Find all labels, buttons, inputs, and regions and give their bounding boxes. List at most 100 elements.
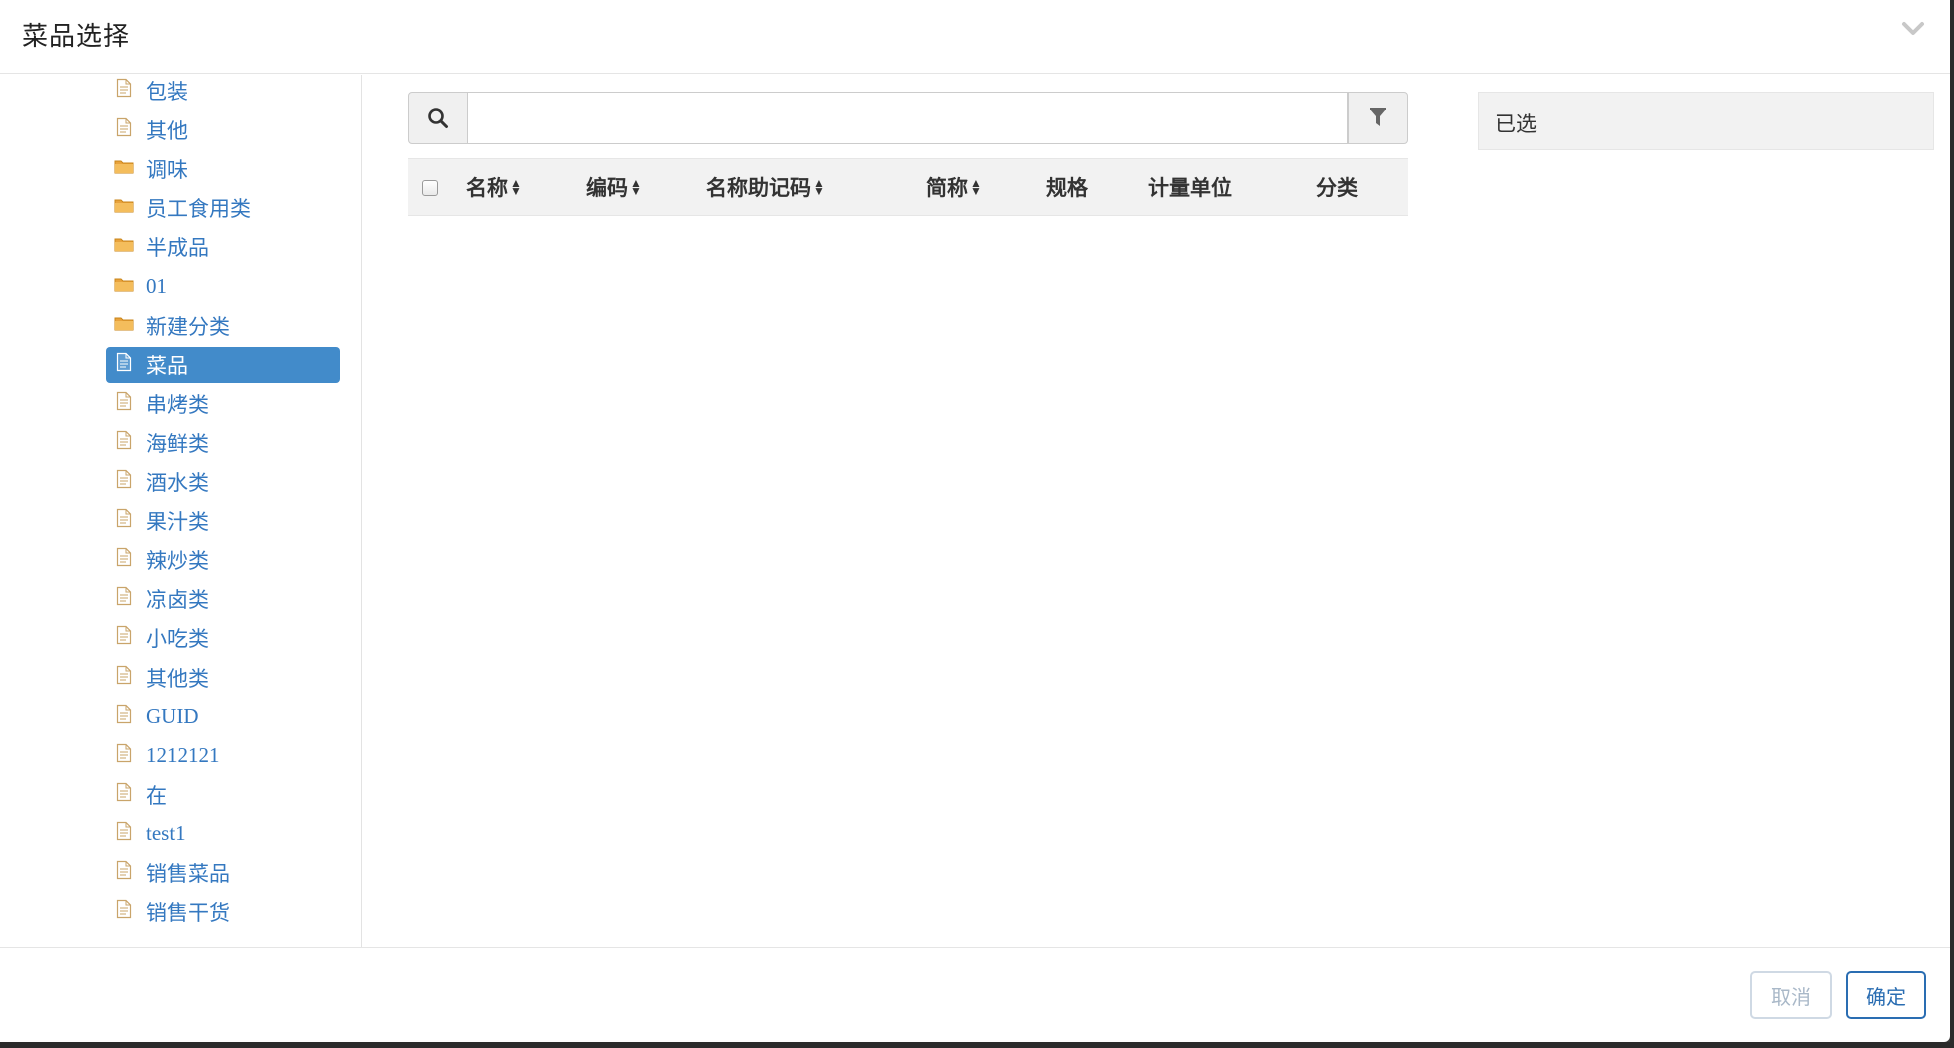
tree-item[interactable]: 在 bbox=[106, 777, 340, 813]
tree-item[interactable]: 01 bbox=[106, 269, 340, 305]
ok-button[interactable]: 确定 bbox=[1846, 971, 1926, 1019]
document-icon bbox=[114, 547, 134, 567]
tree-item[interactable]: 包装 bbox=[106, 75, 340, 109]
sort-icon: ▲ ▼ bbox=[510, 176, 522, 198]
modal-footer: 取消 确定 bbox=[0, 947, 1950, 1042]
search-button[interactable] bbox=[408, 92, 468, 144]
tree-item-label: 辣炒类 bbox=[146, 549, 209, 574]
folder-icon bbox=[114, 156, 134, 176]
dish-selection-modal: 菜品选择 包装其他调味员工食用类半成品 01 新建分类菜品串烤类海鲜类酒水类果汁类辣… bbox=[0, 0, 1950, 1042]
tree-item-label: 菜品 bbox=[146, 353, 188, 378]
sort-icon: ▲ ▼ bbox=[630, 176, 642, 198]
selected-panel-title: 已选 bbox=[1495, 112, 1537, 136]
collapse-button[interactable] bbox=[1898, 14, 1928, 44]
tree-item[interactable]: 凉卤类 bbox=[106, 581, 340, 617]
modal-backdrop bbox=[0, 1042, 1954, 1048]
sort-icon: ▲ ▼ bbox=[813, 176, 825, 198]
tree-item-label: 海鲜类 bbox=[146, 431, 209, 456]
column-header-label: 名称 bbox=[466, 176, 508, 200]
modal-header: 菜品选择 bbox=[0, 0, 1950, 74]
folder-icon bbox=[114, 195, 134, 215]
sort-icon: ▲ ▼ bbox=[970, 176, 982, 198]
document-icon bbox=[114, 508, 134, 528]
column-header-label: 规格 bbox=[1046, 176, 1088, 200]
category-tree: 包装其他调味员工食用类半成品 01 新建分类菜品串烤类海鲜类酒水类果汁类辣炒类凉卤类… bbox=[0, 75, 362, 947]
search-icon bbox=[428, 108, 448, 128]
column-header-spec: 规格 bbox=[1046, 159, 1088, 215]
tree-item-label: 01 bbox=[146, 274, 167, 298]
tree-item[interactable]: test1 bbox=[106, 816, 340, 852]
tree-item-label: 果汁类 bbox=[146, 510, 209, 535]
document-icon bbox=[114, 899, 134, 919]
column-header-name[interactable]: 名称 ▲ ▼ bbox=[466, 159, 522, 215]
document-icon bbox=[114, 391, 134, 411]
document-icon bbox=[114, 704, 134, 724]
folder-icon bbox=[114, 234, 134, 254]
tree-item[interactable]: 其他 bbox=[106, 112, 340, 148]
tree-item[interactable]: 海鲜类 bbox=[106, 425, 340, 461]
tree-item-label: 包装 bbox=[146, 80, 188, 104]
tree-item[interactable]: 半成品 bbox=[106, 229, 340, 265]
document-icon bbox=[114, 78, 134, 98]
tree-item-label: 半成品 bbox=[146, 236, 209, 261]
tree-item[interactable]: GUID bbox=[106, 699, 340, 735]
column-header-label: 编码 bbox=[586, 176, 628, 200]
tree-item-label: test1 bbox=[146, 821, 186, 846]
select-all-checkbox[interactable] bbox=[422, 180, 438, 196]
tree-item-label: 新建分类 bbox=[146, 314, 230, 339]
column-header-short-name[interactable]: 简称 ▲ ▼ bbox=[926, 159, 982, 215]
column-header-label: 名称助记码 bbox=[706, 176, 811, 200]
tree-item-label: 其他类 bbox=[146, 666, 209, 691]
document-icon bbox=[114, 743, 134, 763]
tree-item[interactable]: 员工食用类 bbox=[106, 190, 340, 226]
tree-item-label: 小吃类 bbox=[146, 627, 209, 652]
document-icon bbox=[114, 586, 134, 606]
filter-button[interactable] bbox=[1348, 92, 1408, 144]
modal-title: 菜品选择 bbox=[22, 22, 131, 52]
tree-item[interactable]: 辣炒类 bbox=[106, 542, 340, 578]
tree-item-label: 凉卤类 bbox=[146, 588, 209, 613]
tree-item-label: 调味 bbox=[146, 158, 188, 183]
tree-item-label: 销售干货 bbox=[146, 901, 230, 926]
tree-item[interactable]: 调味 bbox=[106, 151, 340, 187]
folder-icon bbox=[114, 274, 134, 294]
tree-item-label: 串烤类 bbox=[146, 392, 209, 417]
column-header-label: 简称 bbox=[926, 176, 968, 200]
tree-item[interactable]: 果汁类 bbox=[106, 503, 340, 539]
tree-item[interactable]: 其他类 bbox=[106, 660, 340, 696]
tree-item-label: GUID bbox=[146, 704, 199, 729]
column-header-label: 计量单位 bbox=[1148, 176, 1232, 200]
tree-item-label: 员工食用类 bbox=[146, 197, 251, 222]
document-icon bbox=[114, 352, 134, 372]
tree-item-label: 酒水类 bbox=[146, 471, 209, 495]
table-header: 名称 ▲▼ 编码 ▲▼ 名称助记码 ▲▼ 简称 ▲▼ 规格 计量单位 分 bbox=[408, 158, 1408, 216]
tree-item[interactable]: 新建分类 bbox=[106, 308, 340, 344]
tree-item-label: 在 bbox=[146, 783, 167, 808]
folder-icon bbox=[114, 313, 134, 333]
document-icon bbox=[114, 625, 134, 645]
filter-icon bbox=[1370, 108, 1386, 126]
document-icon bbox=[114, 469, 134, 489]
document-icon bbox=[114, 821, 134, 841]
document-icon bbox=[114, 117, 134, 137]
tree-item[interactable]: 酒水类 bbox=[106, 464, 340, 500]
column-header-code[interactable]: 编码 ▲ ▼ bbox=[586, 159, 642, 215]
tree-item[interactable]: 销售干货 bbox=[106, 894, 340, 930]
tree-item[interactable]: 菜品 bbox=[106, 346, 340, 383]
search-group bbox=[408, 92, 1408, 144]
tree-item[interactable]: 销售菜品 bbox=[106, 855, 340, 891]
tree-item[interactable]: 1212121 bbox=[106, 738, 340, 774]
tree-item-label: 1212121 bbox=[146, 743, 220, 768]
document-icon bbox=[114, 860, 134, 880]
column-header-category: 分类 bbox=[1316, 159, 1358, 215]
tree-item-label: 其他 bbox=[146, 119, 188, 144]
chevron-down-icon bbox=[1902, 22, 1924, 35]
document-icon bbox=[114, 430, 134, 450]
tree-item[interactable]: 小吃类 bbox=[106, 620, 340, 656]
search-input[interactable] bbox=[468, 92, 1348, 144]
selected-panel: 已选 bbox=[1478, 92, 1934, 150]
column-header-mnemonic[interactable]: 名称助记码 ▲ ▼ bbox=[706, 159, 825, 215]
document-icon bbox=[114, 665, 134, 685]
cancel-button[interactable]: 取消 bbox=[1750, 971, 1832, 1019]
tree-item[interactable]: 串烤类 bbox=[106, 386, 340, 422]
